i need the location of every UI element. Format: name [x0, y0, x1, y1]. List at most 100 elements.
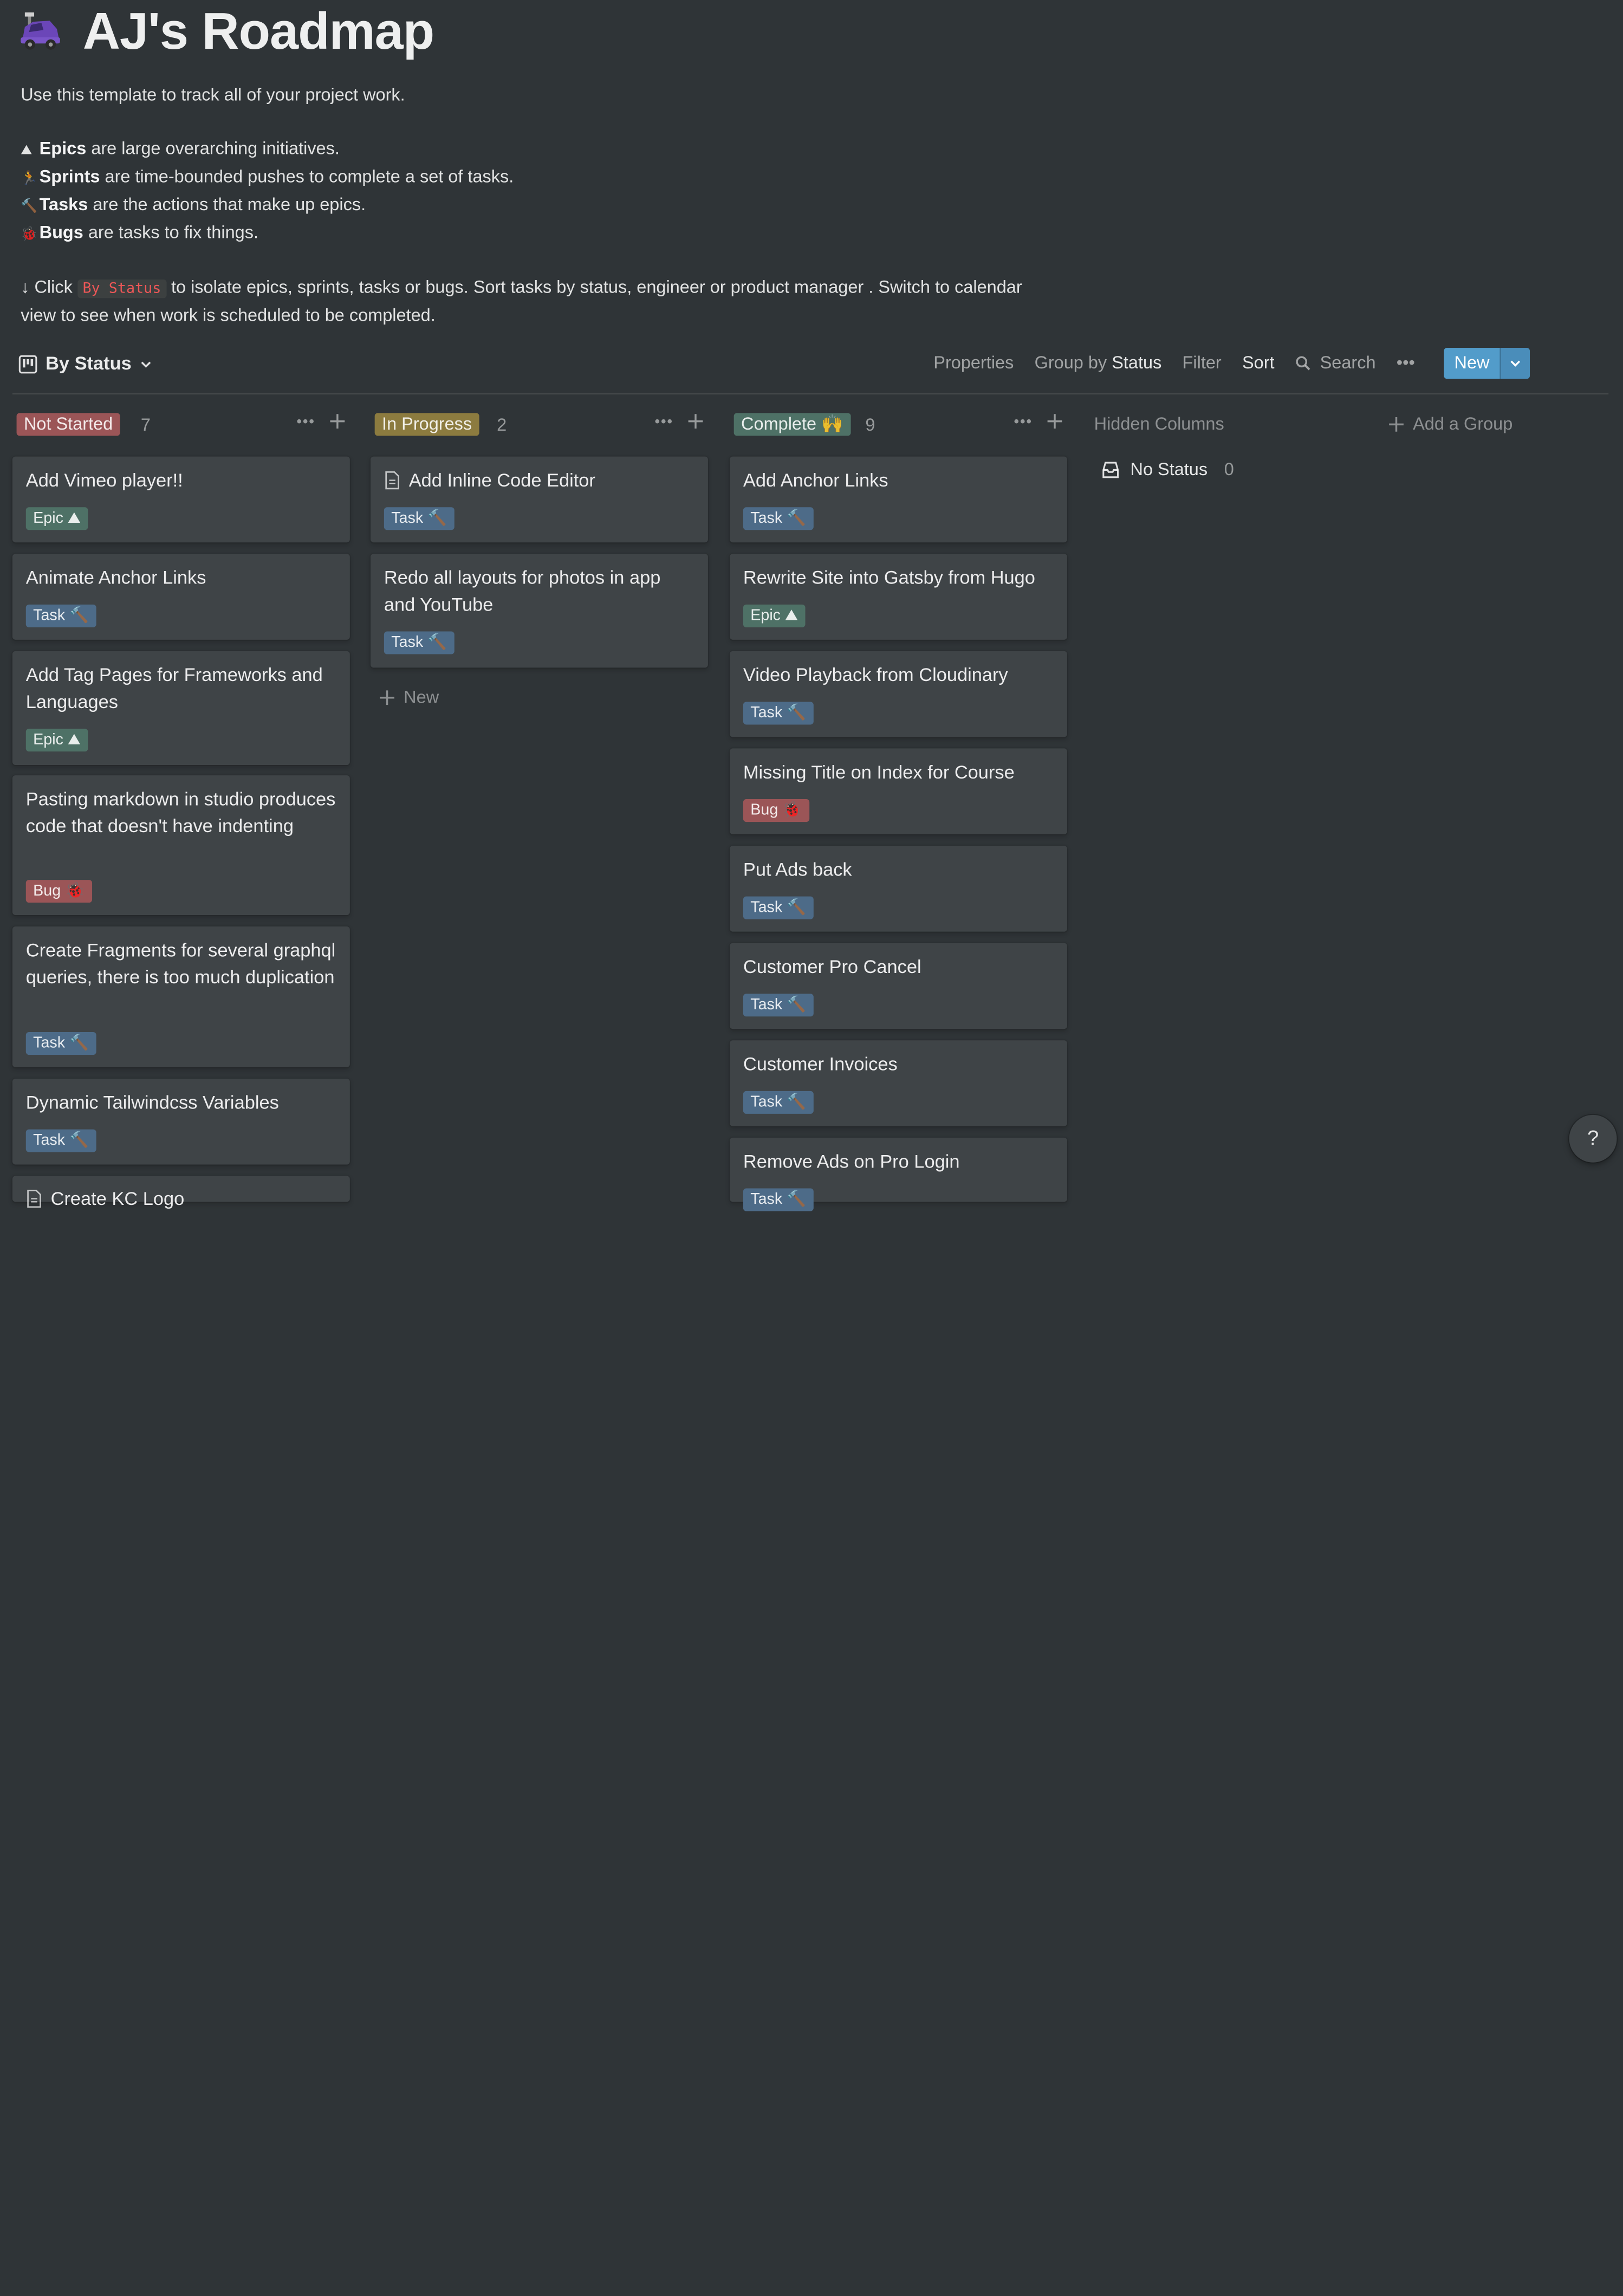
view-switcher[interactable]: By Status	[18, 353, 152, 375]
card[interactable]: Customer Pro Cancel Task 🔨	[730, 943, 1067, 1029]
plus-icon[interactable]	[329, 413, 346, 430]
type-tag: Bug 🐞	[743, 799, 809, 822]
hammer-icon: 🔨	[21, 197, 38, 213]
add-group-button[interactable]: Add a Group	[1388, 414, 1512, 434]
card-title: Create KC Logo	[26, 1185, 336, 1212]
inline-code: By Status	[77, 279, 166, 299]
type-tag: Task 🔨	[743, 1188, 814, 1211]
card[interactable]: Customer Invoices Task 🔨	[730, 1040, 1067, 1126]
card[interactable]: Create Fragments for several graphql que…	[12, 926, 350, 1067]
card[interactable]: Add Vimeo player!! Epic ⛰	[12, 456, 350, 543]
board-view-icon	[18, 354, 37, 373]
more-options-button[interactable]: •••	[1397, 353, 1415, 374]
card[interactable]: Remove Ads on Pro Login Task 🔨	[730, 1137, 1067, 1211]
page: AJ's Roadmap Use this template to track …	[0, 0, 1623, 1211]
card-title: Remove Ads on Pro Login	[743, 1151, 960, 1172]
card-title: Put Ads back	[743, 859, 852, 880]
column-complete: Complete 🙌 9 Add Anchor Links Task 🔨 Rew…	[730, 407, 1067, 1211]
arrow-down-icon: ↓	[21, 277, 30, 297]
type-tag: Epic ⛰	[25, 507, 88, 530]
card-title: Add Vimeo player!!	[25, 470, 183, 491]
card[interactable]: Create KC Logo	[12, 1176, 350, 1209]
new-dropdown-button[interactable]	[1499, 347, 1530, 379]
chevron-down-icon	[1510, 360, 1521, 367]
card-title: Pasting markdown in studio produces code…	[25, 788, 336, 836]
more-icon[interactable]	[654, 418, 673, 424]
bug-icon: 🐞	[21, 225, 38, 242]
card[interactable]: Redo all layouts for photos in app and Y…	[371, 554, 708, 668]
card-title: Add Anchor Links	[743, 470, 888, 491]
column-controls	[654, 413, 704, 430]
inbox-icon	[1102, 462, 1119, 478]
toolbar-actions: Properties Group by Status Filter Sort S…	[933, 347, 1530, 379]
card[interactable]: Dynamic Tailwindcss Variables Task 🔨	[12, 1078, 350, 1165]
legend-bugs: 🐞 Bugs are tasks to fix things.	[21, 219, 1046, 248]
legend-tasks: 🔨 Tasks are the actions that make up epic…	[21, 191, 1046, 219]
card[interactable]: Rewrite Site into Gatsby from Hugo Epic …	[730, 554, 1067, 640]
status-pill[interactable]: Not Started	[16, 413, 120, 436]
type-tag: Epic ⛰	[25, 729, 88, 752]
card-title: Rewrite Site into Gatsby from Hugo	[743, 567, 1035, 588]
card[interactable]: Pasting markdown in studio produces code…	[12, 775, 350, 916]
card[interactable]: Add Tag Pages for Frameworks and Languag…	[12, 651, 350, 766]
new-button[interactable]: New	[1444, 347, 1500, 379]
card[interactable]: Video Playback from Cloudinary Task 🔨	[730, 651, 1067, 737]
document-icon	[385, 471, 399, 490]
card[interactable]: Add Inline Code Editor Task 🔨	[371, 456, 708, 543]
page-title[interactable]: AJ's Roadmap	[83, 4, 434, 58]
status-pill[interactable]: Complete 🙌	[733, 413, 851, 436]
card-title: Customer Pro Cancel	[743, 956, 921, 977]
card[interactable]: Add Anchor Links Task 🔨	[730, 456, 1067, 543]
type-tag: Task 🔨	[25, 604, 96, 627]
card-title: Animate Anchor Links	[25, 567, 206, 588]
plus-icon	[1389, 417, 1404, 432]
column-count: 2	[497, 415, 507, 435]
more-icon[interactable]	[1014, 418, 1032, 424]
type-tag: Bug 🐞	[25, 880, 92, 903]
help-button[interactable]: ?	[1569, 1114, 1617, 1163]
filter-button[interactable]: Filter	[1183, 353, 1222, 374]
hidden-columns-label: Hidden Columns	[1094, 414, 1224, 434]
type-tag: Task 🔨	[743, 994, 814, 1017]
column-count: 7	[140, 415, 151, 435]
group-by-button[interactable]: Group by Status	[1035, 353, 1162, 374]
chevron-down-icon	[141, 361, 151, 367]
column-not-started: Not Started 7 Add Vimeo player!! Epic ⛰ …	[12, 407, 350, 1209]
type-tag: Task 🔨	[384, 631, 455, 654]
card-title: Missing Title on Index for Course	[743, 762, 1015, 783]
search-button[interactable]: Search	[1295, 353, 1376, 374]
properties-button[interactable]: Properties	[933, 353, 1014, 374]
card[interactable]: Put Ads back Task 🔨	[730, 846, 1067, 932]
card-title: Video Playback from Cloudinary	[743, 664, 1008, 685]
card-title: Customer Invoices	[743, 1054, 898, 1075]
column-header: Complete 🙌 9	[730, 407, 1067, 442]
type-tag: Task 🔨	[25, 1129, 96, 1152]
column-controls	[1014, 413, 1063, 430]
database-toolbar: By Status Properties Group by Status Fil…	[12, 346, 1609, 394]
type-tag: Task 🔨	[743, 702, 814, 725]
hint-text: ↓ Click By Status to isolate epics, spri…	[21, 277, 1022, 325]
sort-button[interactable]: Sort	[1242, 353, 1275, 374]
purple-car-icon[interactable]	[18, 9, 62, 53]
card-title: Redo all layouts for photos in app and Y…	[384, 567, 661, 615]
card-title: Add Inline Code Editor	[384, 467, 694, 494]
runner-icon: 🏃	[21, 170, 38, 186]
more-icon[interactable]	[296, 418, 314, 424]
plus-icon[interactable]	[687, 413, 704, 430]
card-title: Create Fragments for several graphql que…	[25, 939, 336, 988]
card[interactable]: Missing Title on Index for Course Bug 🐞	[730, 748, 1067, 835]
plus-icon[interactable]	[1047, 413, 1063, 430]
new-card-button[interactable]: New	[379, 687, 439, 708]
intro-text: Use this template to track all of your p…	[21, 85, 405, 105]
card-title: Add Tag Pages for Frameworks and Languag…	[25, 664, 323, 712]
view-name: By Status	[46, 353, 132, 374]
card-title: Dynamic Tailwindcss Variables	[25, 1092, 279, 1113]
column-controls	[296, 413, 346, 430]
type-tag: Task 🔨	[25, 1032, 96, 1055]
type-tag: Epic ⛰	[743, 604, 806, 627]
plus-icon	[380, 690, 394, 705]
status-pill[interactable]: In Progress	[374, 413, 479, 436]
hidden-group-no-status[interactable]: No Status 0	[1101, 459, 1234, 480]
card[interactable]: Animate Anchor Links Task 🔨	[12, 554, 350, 640]
legend-epics: ⛰ Epics are large overarching initiatives…	[21, 135, 1046, 164]
